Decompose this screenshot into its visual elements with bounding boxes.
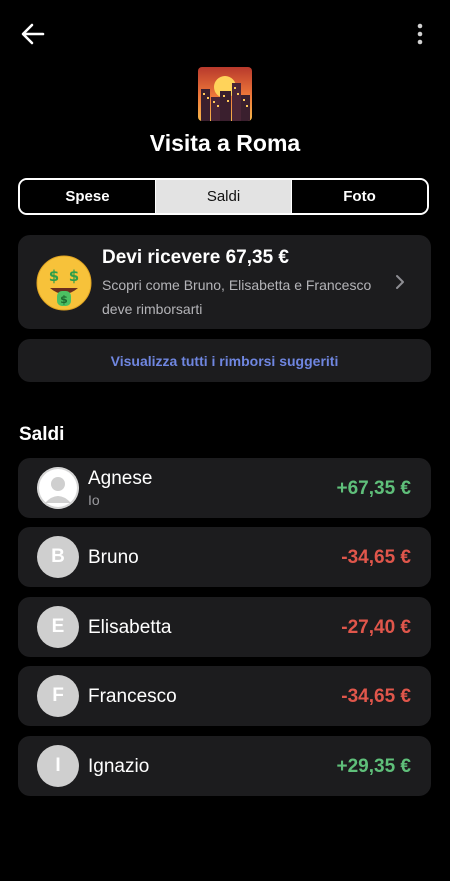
- tab-saldi[interactable]: Saldi: [155, 180, 291, 213]
- person-name: Ignazio: [88, 756, 150, 777]
- avatar: B: [37, 536, 79, 578]
- balance-amount: +67,35 €: [336, 478, 412, 499]
- svg-text:$: $: [69, 267, 79, 285]
- balance-row-agnese[interactable]: Agnese Io +67,35 €: [18, 458, 431, 518]
- person-silhouette-icon: [37, 467, 79, 509]
- person-name: Bruno: [88, 547, 139, 568]
- arrow-left-icon: [21, 23, 45, 45]
- more-vertical-icon: [417, 23, 423, 45]
- tab-bar: Spese Saldi Foto: [18, 178, 429, 215]
- balance-summary-card[interactable]: $ $ $ Devi ricevere 67,35 € Scopri come …: [18, 235, 431, 329]
- person-name: Francesco: [88, 686, 177, 707]
- avatar: I: [37, 745, 79, 787]
- chevron-right-icon: [395, 271, 409, 293]
- balance-row-elisabetta[interactable]: E Elisabetta -27,40 €: [18, 597, 431, 657]
- balance-row-francesco[interactable]: F Francesco -34,65 €: [18, 666, 431, 726]
- avatar: E: [37, 606, 79, 648]
- back-button[interactable]: [18, 20, 48, 48]
- tab-spese[interactable]: Spese: [20, 180, 155, 213]
- balances-section-title: Saldi: [19, 424, 65, 445]
- person-subtitle: Io: [88, 492, 100, 508]
- balance-amount: -27,40 €: [341, 617, 411, 638]
- city-sunset-icon: [198, 67, 252, 121]
- balance-amount: -34,65 €: [341, 686, 411, 707]
- more-options-button[interactable]: [412, 20, 428, 48]
- svg-text:$: $: [60, 293, 68, 306]
- top-app-bar: [0, 0, 450, 66]
- person-name: Elisabetta: [88, 617, 172, 638]
- avatar: [37, 467, 79, 509]
- money-mouth-face-icon: $ $ $: [36, 255, 92, 311]
- view-all-reimbursements-button[interactable]: Visualizza tutti i rimborsi suggeriti: [18, 339, 431, 382]
- svg-text:$: $: [49, 267, 59, 285]
- balance-amount: +29,35 €: [336, 756, 412, 777]
- page-title: Visita a Roma: [149, 130, 301, 156]
- summary-description: Scopri come Bruno, Elisabetta e Francesc…: [102, 277, 372, 317]
- tab-foto[interactable]: Foto: [291, 180, 427, 213]
- avatar: F: [37, 675, 79, 717]
- balance-row-bruno[interactable]: B Bruno -34,65 €: [18, 527, 431, 587]
- person-name: Agnese: [88, 468, 153, 489]
- summary-title: Devi ricevere 67,35 €: [102, 247, 289, 268]
- balance-row-ignazio[interactable]: I Ignazio +29,35 €: [18, 736, 431, 796]
- balance-amount: -34,65 €: [341, 547, 411, 568]
